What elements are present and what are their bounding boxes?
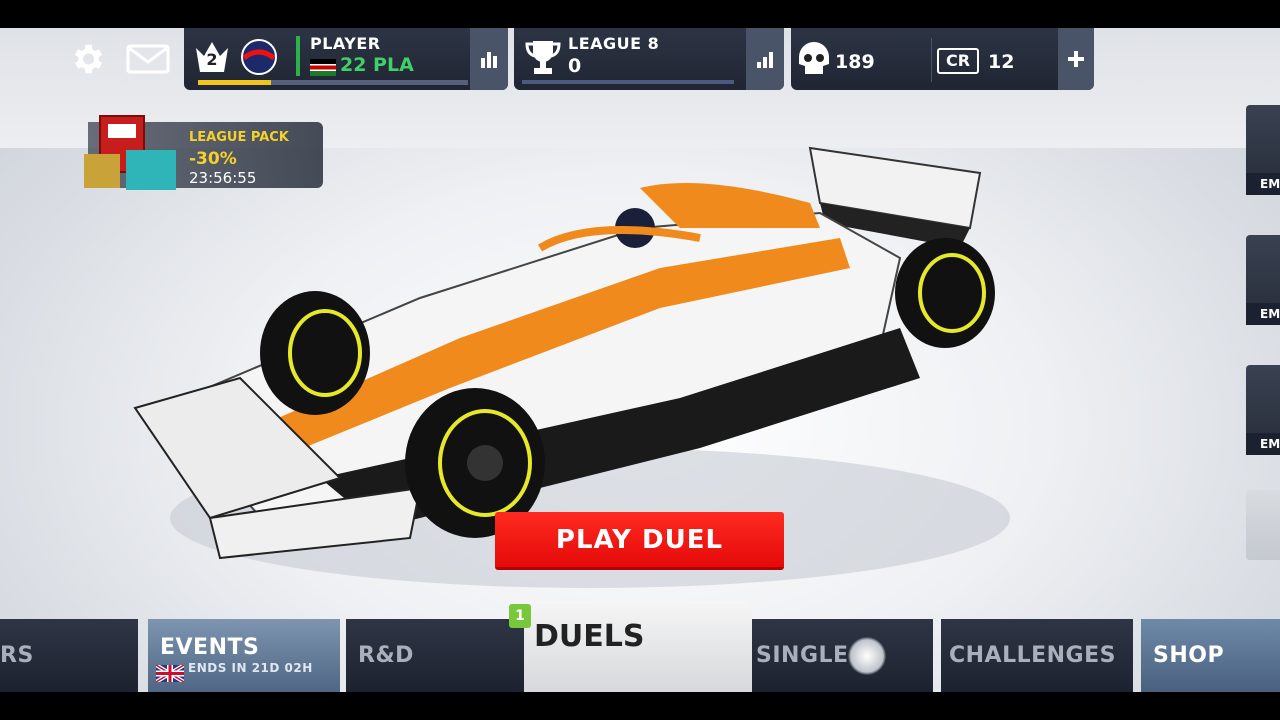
team-color-bar (296, 36, 300, 76)
bottom-letterbox (0, 692, 1280, 720)
league-pack-offer[interactable]: LEAGUE PACK -30% 23:56:55 (84, 115, 323, 190)
player-panel[interactable]: 2 PLAYER 22 PLA (184, 28, 508, 90)
side-event-card-3[interactable]: EM (1246, 365, 1280, 455)
duels-badge: 1 (509, 604, 531, 628)
settings-button[interactable] (66, 38, 108, 80)
tab-events-label: EVENTS (160, 635, 260, 660)
side-event-card-2[interactable]: EM (1246, 235, 1280, 325)
trophy-icon (525, 41, 561, 74)
tab-rd[interactable]: R&D (346, 619, 534, 692)
skull-currency-value: 189 (835, 51, 875, 73)
player-level: 2 (206, 50, 218, 69)
side-event-card-4[interactable] (1246, 490, 1280, 560)
top-letterbox (0, 0, 1280, 28)
play-duel-button[interactable]: PLAY DUEL (495, 512, 784, 570)
side-event-card-label: EM (1246, 433, 1280, 455)
tab-single[interactable]: SINGLE (744, 619, 933, 692)
plus-icon (1068, 51, 1084, 67)
touch-indicator (848, 637, 886, 675)
pack-icon (84, 115, 176, 190)
league-progress-bar (522, 80, 734, 84)
league-pack-discount: -30% (189, 149, 237, 169)
tab-challenges[interactable]: CHALLENGES (941, 619, 1133, 692)
signal-icon (757, 52, 773, 68)
xp-bar-fill (198, 80, 271, 85)
skull-icon (799, 42, 829, 74)
cr-label: CR (937, 48, 979, 74)
uk-flag-icon (156, 665, 184, 682)
side-event-card-label: EM (1246, 303, 1280, 325)
kenya-flag (310, 59, 336, 76)
tab-duels[interactable]: DUELS (524, 601, 752, 692)
events-timer: ENDS IN 21D 02H (188, 661, 313, 675)
tab-single-label: SINGLE (756, 643, 849, 668)
player-stats-button[interactable] (470, 28, 508, 90)
league-title: LEAGUE 8 (568, 34, 660, 53)
tab-partial-left[interactable]: RS (0, 619, 138, 692)
team-code: 22 PLA (340, 54, 414, 76)
tab-shop[interactable]: SHOP (1141, 619, 1280, 692)
side-event-card-1[interactable]: EM (1246, 105, 1280, 195)
league-points: 0 (568, 55, 582, 77)
gear-icon (74, 44, 103, 74)
league-stats-button[interactable] (746, 28, 784, 90)
envelope-icon (126, 44, 170, 74)
helmet-avatar (241, 39, 277, 75)
league-pack-timer: 23:56:55 (189, 169, 257, 187)
player-name: PLAYER (310, 34, 381, 53)
cr-value: 12 (988, 51, 1015, 73)
mail-button[interactable] (124, 42, 172, 76)
side-event-card-label: EM (1246, 173, 1280, 195)
league-panel[interactable]: LEAGUE 8 0 (514, 28, 784, 90)
league-pack-title: LEAGUE PACK (189, 130, 289, 145)
bar-chart-icon (481, 52, 497, 68)
currency-divider (931, 38, 932, 82)
add-currency-button[interactable] (1058, 28, 1094, 90)
tab-events[interactable]: EVENTS ENDS IN 21D 02H (148, 619, 340, 692)
xp-bar (198, 80, 468, 85)
currency-panel: 189 CR 12 (791, 28, 1094, 90)
